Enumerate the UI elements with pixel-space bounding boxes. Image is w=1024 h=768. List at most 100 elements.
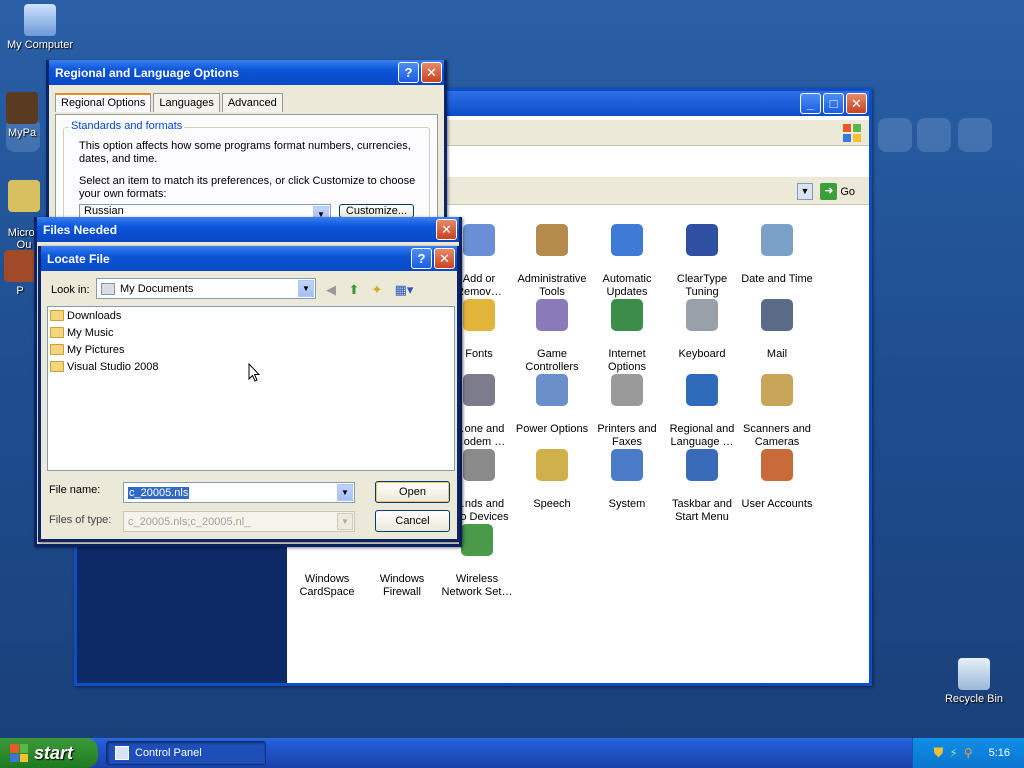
maximize-button[interactable]: □ (823, 93, 844, 114)
files-of-type-label: Files of type: (49, 514, 112, 526)
up-folder-icon[interactable]: ⬆ (344, 280, 364, 300)
shield-icon[interactable]: ⛊ (934, 745, 944, 761)
my-documents-icon (101, 282, 115, 295)
cp-item-label: Wireless Network Set… (441, 573, 513, 598)
locale-select[interactable]: Russian ▼ (79, 204, 331, 218)
control-panel-icon (115, 746, 129, 760)
files-needed-titlebar[interactable]: Files Needed ✕ (37, 217, 459, 242)
file-name: My Pictures (67, 343, 125, 356)
file-name-value: c_20005.nls (128, 486, 190, 499)
look-in-value: My Documents (120, 282, 194, 295)
instruction-text: Select an item to match its preferences,… (79, 175, 416, 200)
desktop-icon-label: Recycle Bin (944, 693, 1004, 705)
chevron-down-icon: ▼ (298, 280, 314, 297)
computer-icon (24, 4, 56, 36)
file-name-label: File name: (49, 484, 101, 496)
dialog-tabs: Regional Options Languages Advanced (55, 93, 285, 112)
folder-icon (50, 310, 64, 321)
cp-item-speech[interactable]: Speech (512, 436, 592, 524)
cp-item-label: System (608, 498, 646, 510)
power-options-icon (536, 374, 568, 406)
cp-item-system[interactable]: System (587, 436, 667, 524)
printers-and-faxes-icon (611, 374, 643, 406)
search-icon[interactable]: ⚲ (964, 746, 973, 760)
taskbar-item-control-panel[interactable]: Control Panel (106, 741, 266, 765)
file-name-input[interactable]: c_20005.nls ▼ (123, 482, 355, 503)
help-button[interactable]: ? (411, 248, 432, 269)
mail-icon (761, 299, 793, 331)
cp-item-user-accounts[interactable]: User Accounts (737, 436, 817, 524)
cp-item-label: Taskbar and Start Menu (672, 498, 732, 523)
view-menu-icon[interactable]: ▦▾ (391, 280, 417, 300)
scanners-and-cameras-icon (761, 374, 793, 406)
address-dropdown-button[interactable]: ▼ (797, 183, 813, 200)
look-in-label: Look in: (51, 284, 90, 296)
start-label: start (34, 742, 74, 763)
desktop-icon-my-computer[interactable]: My Computer (0, 4, 80, 51)
taskbar-item-label: Control Panel (135, 747, 202, 759)
close-button[interactable]: ✕ (434, 248, 455, 269)
look-in-select[interactable]: My Documents ▼ (96, 278, 316, 299)
folder-icon (50, 344, 64, 355)
customize-button[interactable]: Customize... (339, 204, 414, 218)
cp-item-label: Keyboard (678, 348, 726, 360)
recycle-bin-icon (958, 658, 990, 690)
locate-file-titlebar[interactable]: Locate File ? ✕ (41, 246, 457, 271)
go-label: Go (840, 185, 855, 198)
game-controllers-icon (536, 299, 568, 331)
windows-logo-icon (843, 124, 861, 142)
locate-file-dialog: Locate File ? ✕ Look in: My Documents ▼ … (38, 246, 460, 542)
desktop-icon-mypa[interactable]: MyPa (0, 92, 52, 139)
regional-dialog-titlebar[interactable]: Regional and Language Options ? ✕ (49, 60, 444, 85)
dialog-title: Regional and Language Options (55, 65, 240, 80)
fonts-icon (463, 299, 495, 331)
file-name: Visual Studio 2008 (67, 360, 159, 373)
file-list: Downloads My Music My Pictures Visual St… (47, 306, 455, 471)
network-icon[interactable]: ⚡ (949, 746, 957, 760)
desktop-icon-label: MyPa (7, 127, 37, 139)
tab-advanced[interactable]: Advanced (221, 93, 283, 112)
cp-item-label: Date and Time (741, 273, 813, 285)
start-button[interactable]: start (0, 738, 98, 768)
mouse-pointer-icon (248, 363, 260, 382)
close-button[interactable]: ✕ (846, 93, 867, 114)
globe-icon (686, 374, 718, 406)
go-arrow-icon: ➜ (820, 183, 838, 200)
clock[interactable]: 5:16 (989, 747, 1010, 759)
address-bar: ▼ ➜ Go (447, 177, 869, 205)
file-name: My Music (67, 326, 114, 339)
desktop-icon-recycle-bin[interactable]: Recycle Bin (934, 658, 1014, 705)
list-item[interactable]: Downloads (48, 307, 454, 324)
files-of-type-select: c_20005.nls;c_20005.nl_ ▼ (123, 511, 355, 532)
go-button[interactable]: ➜ Go (820, 183, 855, 200)
help-button[interactable]: ? (398, 62, 419, 83)
add-remove-programs-icon (463, 224, 495, 256)
system-tray: ⛊ ⚡ ⚲ 5:16 (912, 738, 1024, 768)
app-icon (4, 250, 36, 282)
desktop-tile (958, 118, 992, 152)
close-button[interactable]: ✕ (421, 62, 442, 83)
list-item[interactable]: My Pictures (48, 341, 454, 358)
chevron-down-icon: ▼ (337, 484, 353, 501)
list-item[interactable]: My Music (48, 324, 454, 341)
phone-and-modem-icon (463, 374, 495, 406)
desktop-tile (878, 118, 912, 152)
date-and-time-icon (761, 224, 793, 256)
locale-value: Russian (84, 205, 124, 217)
back-icon[interactable]: ◀ (321, 280, 341, 300)
close-button[interactable]: ✕ (436, 219, 457, 240)
cancel-button[interactable]: Cancel (375, 510, 450, 532)
minimize-button[interactable]: _ (800, 93, 821, 114)
folder-icon (50, 327, 64, 338)
open-button[interactable]: Open (375, 481, 450, 503)
new-folder-icon[interactable]: ✦ (367, 280, 387, 300)
tab-languages[interactable]: Languages (153, 93, 220, 112)
tab-regional-options[interactable]: Regional Options (55, 93, 152, 112)
file-name: Downloads (67, 309, 122, 322)
files-of-type-value: c_20005.nls;c_20005.nl_ (128, 515, 251, 528)
cp-item-label: Mail (766, 348, 788, 360)
cp-item-taskbar-and-start-menu[interactable]: Taskbar and Start Menu (662, 436, 742, 537)
administrative-tools-icon (536, 224, 568, 256)
user-accounts-icon (761, 449, 793, 481)
group-title: Standards and formats (69, 120, 185, 132)
